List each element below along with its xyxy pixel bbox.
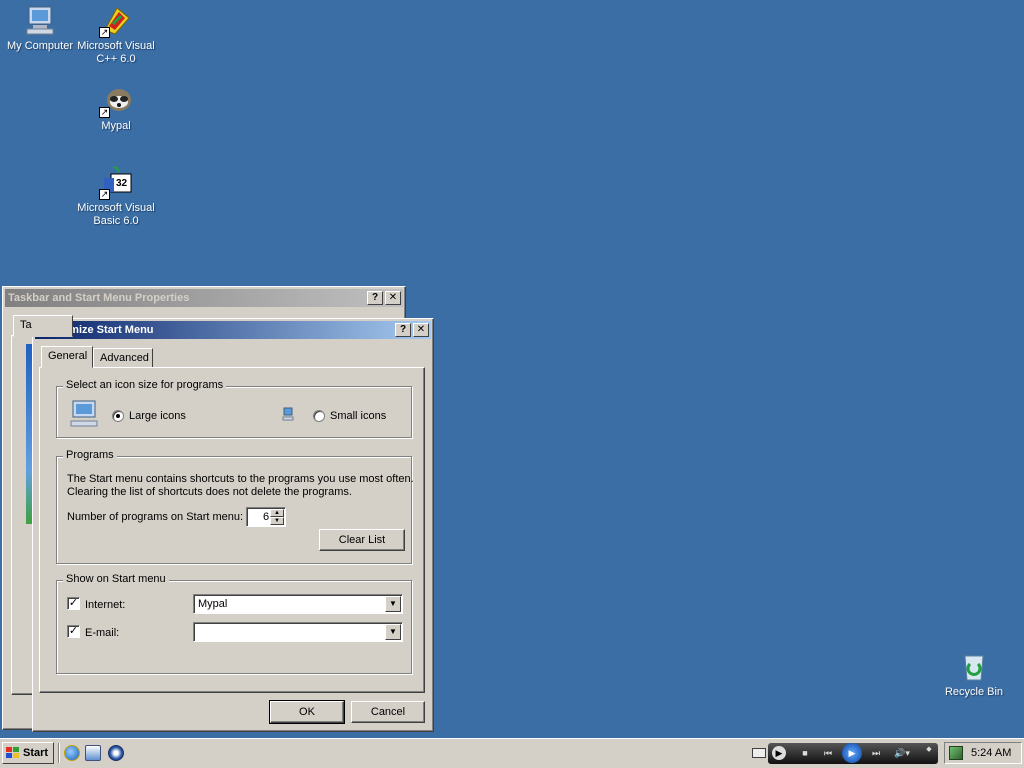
program-count-label: Number of programs on Start menu: xyxy=(67,511,244,523)
desktop-icon-label: Mypal xyxy=(101,120,131,132)
start-label: Start xyxy=(23,747,49,759)
internet-combo-value: Mypal xyxy=(198,598,228,610)
recycle-bin-icon xyxy=(957,650,991,684)
desktop-icon-visual-cpp[interactable]: ↗ Microsoft Visual C++ 6.0 xyxy=(76,4,156,66)
group-title: Show on Start menu xyxy=(63,573,169,585)
restore-player-icon[interactable]: ◆ xyxy=(924,746,934,760)
tab-advanced[interactable]: Advanced xyxy=(93,348,153,368)
taskbar-properties-titlebar[interactable]: Taskbar and Start Menu Properties ? ✕ xyxy=(5,289,403,307)
desktop-icon-my-computer[interactable]: My Computer xyxy=(0,4,80,53)
desktop-icon-visual-basic[interactable]: 32 ↗ Microsoft Visual Basic 6.0 xyxy=(76,166,156,228)
desktop-icon-label: Microsoft Visual C++ 6.0 xyxy=(77,40,155,65)
desktop-icon-recycle-bin[interactable]: Recycle Bin xyxy=(934,650,1014,699)
cancel-button[interactable]: Cancel xyxy=(351,701,425,723)
shortcut-arrow-icon: ↗ xyxy=(99,107,110,118)
close-button[interactable]: ✕ xyxy=(385,291,401,305)
stop-icon[interactable]: ■ xyxy=(798,746,812,760)
visual-cpp-icon: ↗ xyxy=(99,4,133,38)
visual-basic-icon: 32 ↗ xyxy=(99,166,133,200)
internet-checkbox[interactable]: ✓ xyxy=(67,597,80,610)
show-on-start-group: Show on Start menu ✓ Internet: Mypal ▼ ✓… xyxy=(56,573,412,674)
small-icons-label[interactable]: Small icons xyxy=(330,410,386,422)
programs-group: Programs The Start menu contains shortcu… xyxy=(56,449,414,564)
volume-icon[interactable]: 🔊▾ xyxy=(890,746,914,760)
email-label[interactable]: E-mail: xyxy=(85,627,119,639)
group-title: Programs xyxy=(63,449,117,461)
clock[interactable]: 5:24 AM xyxy=(971,747,1011,759)
desktop-icon-label: My Computer xyxy=(6,40,74,52)
tab-general[interactable]: General xyxy=(41,346,93,368)
tab-taskbar[interactable]: Ta xyxy=(13,315,73,337)
icon-size-group: Select an icon size for programs Large i… xyxy=(56,379,412,438)
computer-icon xyxy=(23,4,57,38)
customize-start-menu-titlebar[interactable]: Customize Start Menu ? ✕ xyxy=(35,321,431,339)
large-icons-radio[interactable] xyxy=(112,410,124,422)
desktop-icon-label: Microsoft Visual Basic 6.0 xyxy=(77,202,155,227)
program-count-stepper[interactable]: 6 ▲ ▼ xyxy=(246,507,286,527)
internet-explorer-icon[interactable] xyxy=(64,745,80,761)
help-button[interactable]: ? xyxy=(367,291,383,305)
large-icons-label[interactable]: Large icons xyxy=(129,410,186,422)
chevron-down-icon[interactable]: ▼ xyxy=(385,596,401,612)
radio-dot xyxy=(116,414,120,418)
programs-description-line2: Clearing the list of shortcuts does not … xyxy=(67,486,352,498)
internet-label[interactable]: Internet: xyxy=(85,599,125,611)
taskbar: Start ▶ ■ ⏮ ▶ ⏭ 🔊▾ ◆ 5:24 AM xyxy=(0,738,1024,768)
program-count-value: 6 xyxy=(263,511,270,523)
small-computer-icon xyxy=(281,407,295,421)
quick-launch-separator xyxy=(58,743,60,763)
previous-icon[interactable]: ⏮ xyxy=(820,746,836,760)
internet-combo[interactable]: Mypal ▼ xyxy=(193,594,403,614)
shortcut-arrow-icon: ↗ xyxy=(99,27,110,38)
play-icon[interactable]: ▶ xyxy=(772,746,786,760)
chevron-down-icon[interactable]: ▼ xyxy=(385,624,401,640)
close-button[interactable]: ✕ xyxy=(413,323,429,337)
system-tray: 5:24 AM xyxy=(944,742,1022,764)
window-title: Taskbar and Start Menu Properties xyxy=(8,292,190,304)
large-computer-icon xyxy=(69,399,101,429)
vb-badge: 32 xyxy=(116,178,128,189)
show-desktop-icon[interactable] xyxy=(85,745,101,761)
next-icon[interactable]: ⏭ xyxy=(868,746,884,760)
email-checkbox[interactable]: ✓ xyxy=(67,625,80,638)
play-pause-icon[interactable]: ▶ xyxy=(842,743,862,763)
desktop-icon-label: Recycle Bin xyxy=(944,686,1004,698)
customize-start-menu-dialog[interactable]: Customize Start Menu ? ✕ General Advance… xyxy=(32,318,434,732)
clear-list-button[interactable]: Clear List xyxy=(319,529,405,551)
media-player-icon[interactable] xyxy=(108,745,124,761)
start-button[interactable]: Start xyxy=(2,742,54,764)
desktop-icon-mypal[interactable]: ↗ Mypal xyxy=(76,84,156,133)
general-tab-panel: Select an icon size for programs Large i… xyxy=(39,367,425,693)
mypal-raccoon-icon: ↗ xyxy=(99,84,133,118)
small-icons-radio[interactable] xyxy=(313,410,325,422)
spin-up-button[interactable]: ▲ xyxy=(270,509,284,517)
email-combo[interactable]: ▼ xyxy=(193,622,403,642)
network-tray-icon[interactable] xyxy=(949,746,963,760)
programs-description-line1: The Start menu contains shortcuts to the… xyxy=(67,473,414,485)
ok-button[interactable]: OK xyxy=(269,700,345,724)
help-button[interactable]: ? xyxy=(395,323,411,337)
media-player-toolbar: ▶ ■ ⏮ ▶ ⏭ 🔊▾ ◆ xyxy=(768,743,938,764)
keyboard-icon[interactable] xyxy=(752,748,766,758)
windows-logo-icon xyxy=(6,747,20,759)
spin-down-button[interactable]: ▼ xyxy=(270,517,284,525)
group-title: Select an icon size for programs xyxy=(63,379,227,391)
shortcut-arrow-icon: ↗ xyxy=(99,189,110,200)
